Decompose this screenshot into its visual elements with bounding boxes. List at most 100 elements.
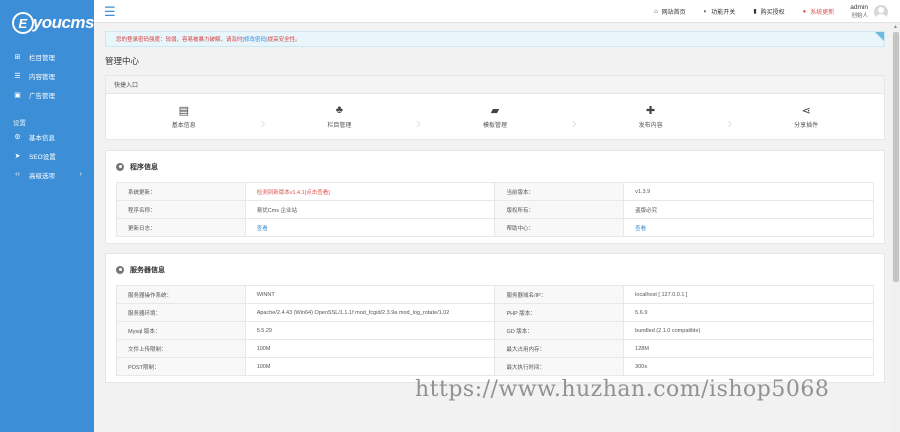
- alert-icon: ●: [802, 8, 807, 15]
- table-cell: PHP 版本：: [494, 303, 625, 322]
- sidebar-item-label: 栏目管理: [29, 54, 55, 62]
- sidebar-item-label: 广告管理: [29, 92, 55, 100]
- image-icon: ▣: [14, 91, 21, 99]
- shortcuts-title: 快捷入口: [106, 76, 884, 94]
- logo-text: youcms: [32, 13, 95, 32]
- server-info-panel: 服务器信息 服务器操作系统： WINNT 服务器域名/IP： localhost…: [105, 253, 885, 383]
- program-info-title: 程序信息: [130, 163, 158, 171]
- sitemap-icon: ♣: [335, 104, 343, 116]
- sidebar-item-basic-info[interactable]: ⚙ 基本信息: [0, 127, 94, 146]
- table-cell: 最大执行时间：: [494, 357, 625, 376]
- info-icon: [116, 265, 124, 274]
- table-cell: 300s: [623, 357, 874, 376]
- table-cell: 文件上传限制：: [116, 339, 246, 358]
- gear-icon: ⚙: [14, 133, 21, 141]
- sidebar-item-ads[interactable]: ▣ 广告管理: [0, 85, 94, 104]
- update-available-link[interactable]: 检测到新版本v1.4.1[点击查看]: [244, 182, 496, 201]
- change-password-link[interactable]: [修改密码]: [243, 35, 268, 43]
- table-cell: 5.6.9: [623, 303, 874, 322]
- table-cell: 服务器环境：: [116, 303, 246, 322]
- avatar[interactable]: [874, 4, 888, 19]
- table-cell: 易优Cms 企业站: [244, 200, 496, 219]
- table-cell: WINNT: [244, 285, 496, 304]
- toggle-icon: ◐: [703, 8, 708, 15]
- top-links: ⌂ 网站首页 ◐ 功能开关 ▮ 购买授权 ● 系统更新 admin 创始人: [636, 0, 888, 23]
- table-cell: 程序名称：: [116, 200, 246, 219]
- table-cell: localhost [ 127.0.0.1 ]: [623, 285, 874, 304]
- table-row: 服务器操作系统： WINNT 服务器域名/IP： localhost [ 127…: [116, 285, 874, 304]
- list-icon: ☰: [14, 72, 21, 80]
- program-info-panel: 程序信息 系统更新： 检测到新版本v1.4.1[点击查看] 当前版本： v1.3…: [105, 150, 885, 244]
- table-cell: 最大占用内存：: [494, 339, 625, 358]
- feature-switch-link[interactable]: ◐ 功能开关: [703, 7, 736, 17]
- table-cell: 128M: [623, 339, 874, 358]
- shortcut-label: 栏目管理: [327, 123, 352, 129]
- table-cell: 帮助中心：: [494, 218, 625, 237]
- shortcut-basic-info[interactable]: ▤ 基本信息 ›: [106, 104, 266, 132]
- chevron-right-icon: ›: [79, 171, 82, 178]
- share-icon: ⋖: [801, 105, 811, 117]
- table-cell: v1.3.9: [623, 182, 874, 201]
- table-row: POST限制： 100M 最大执行时间： 300s: [116, 357, 874, 376]
- shortcut-columns[interactable]: ♣ 栏目管理 ›: [262, 104, 421, 132]
- table-cell: 版权所有：: [494, 200, 625, 219]
- sidebar-item-label: 高级选项: [29, 172, 55, 180]
- alert-corner: [875, 32, 884, 41]
- sidebar-item-label: 内容管理: [29, 73, 55, 81]
- help-center-link[interactable]: 查看: [623, 218, 874, 237]
- sidebar-item-seo[interactable]: ➤ SEO设置: [0, 146, 94, 165]
- user-role: 创始人: [851, 12, 868, 19]
- sidebar-item-advanced[interactable]: ‹› 高级选项 ›: [0, 165, 94, 184]
- send-icon: ➤: [14, 152, 21, 160]
- sidebar-item-content[interactable]: ☰ 内容管理: [0, 66, 94, 85]
- shortcut-templates[interactable]: ▰ 模板管理 ›: [417, 104, 577, 132]
- table-cell: bundled (2.1.0 compatible): [623, 321, 874, 340]
- scrollbar-thumb[interactable]: [893, 32, 899, 282]
- shortcut-label: 分享插件: [794, 123, 819, 129]
- info-icon: [116, 162, 124, 171]
- table-cell: 更新日志：: [116, 218, 246, 237]
- sidebar-item-label: SEO设置: [29, 153, 56, 161]
- sidebar: E youcms ⊞ 栏目管理 ☰ 内容管理 ▣ 广告管理 设置 ⚙ 基本信息 …: [0, 0, 95, 432]
- home-link[interactable]: ⌂ 网站首页: [654, 7, 686, 17]
- code-icon: ‹›: [15, 171, 20, 178]
- shortcuts-box: 快捷入口 ▤ 基本信息 › ♣ 栏目管理 › ▰ 模板管理 › ✚ 发布内容 ›: [105, 75, 885, 140]
- home-icon: ⌂: [654, 8, 658, 15]
- table-cell: 盗版必究: [623, 200, 874, 219]
- vertical-scrollbar[interactable]: ▲: [892, 23, 900, 432]
- bookmark-icon: ▮: [753, 9, 757, 15]
- table-cell: 当前版本：: [494, 182, 625, 201]
- shortcut-label: 发布内容: [638, 123, 663, 129]
- logo[interactable]: E youcms: [0, 0, 95, 46]
- system-update-link[interactable]: ● 系统更新: [802, 7, 835, 17]
- table-cell: POST限制：: [116, 357, 246, 376]
- scroll-up-icon[interactable]: ▲: [893, 24, 898, 30]
- user-menu[interactable]: admin 创始人: [850, 4, 888, 20]
- menu-toggle-icon[interactable]: ☰: [104, 4, 116, 20]
- table-cell: Mysql 版本：: [116, 321, 246, 340]
- table-row: 更新日志： 查看 帮助中心： 查看: [116, 218, 874, 237]
- table-row: 系统更新： 检测到新版本v1.4.1[点击查看] 当前版本： v1.3.9: [116, 182, 874, 201]
- shortcut-share[interactable]: ⋖ 分享插件: [728, 104, 884, 129]
- shortcut-publish[interactable]: ✚ 发布内容 ›: [573, 104, 733, 132]
- user-name: admin: [850, 3, 868, 11]
- sidebar-item-columns[interactable]: ⊞ 栏目管理: [0, 47, 94, 66]
- page-title: 管理中心: [105, 56, 140, 66]
- watermark: https://www.huzhan.com/ishop5068: [415, 377, 830, 402]
- server-info-table: 服务器操作系统： WINNT 服务器域名/IP： localhost [ 127…: [116, 285, 874, 376]
- shortcut-label: 模板管理: [482, 123, 507, 129]
- buy-license-link[interactable]: ▮ 购买授权: [753, 7, 784, 16]
- table-row: 服务器环境： Apache/2.4.43 (Win64) OpenSSL/1.1…: [116, 303, 874, 322]
- table-cell: 服务器域名/IP：: [494, 285, 625, 304]
- table-cell: GD 版本：: [494, 321, 625, 340]
- topbar: ☰ ⌂ 网站首页 ◐ 功能开关 ▮ 购买授权 ● 系统更新 admin 创始人: [94, 0, 900, 23]
- sidebar-item-label: 基本信息: [29, 134, 55, 142]
- program-info-table: 系统更新： 检测到新版本v1.4.1[点击查看] 当前版本： v1.3.9 程序…: [116, 182, 874, 237]
- alert-text: 您的登录密码强度：较弱，容易被暴力破解，请及时: [116, 37, 243, 43]
- buy-license-label: 购买授权: [760, 10, 785, 16]
- shortcut-label: 基本信息: [171, 123, 196, 129]
- changelog-link[interactable]: 查看: [244, 218, 496, 237]
- plus-icon: ✚: [645, 105, 656, 117]
- password-alert: 您的登录密码强度：较弱，容易被暴力破解，请及时 [修改密码] 提高安全性。: [105, 31, 885, 47]
- panel-title: 程序信息: [116, 151, 874, 182]
